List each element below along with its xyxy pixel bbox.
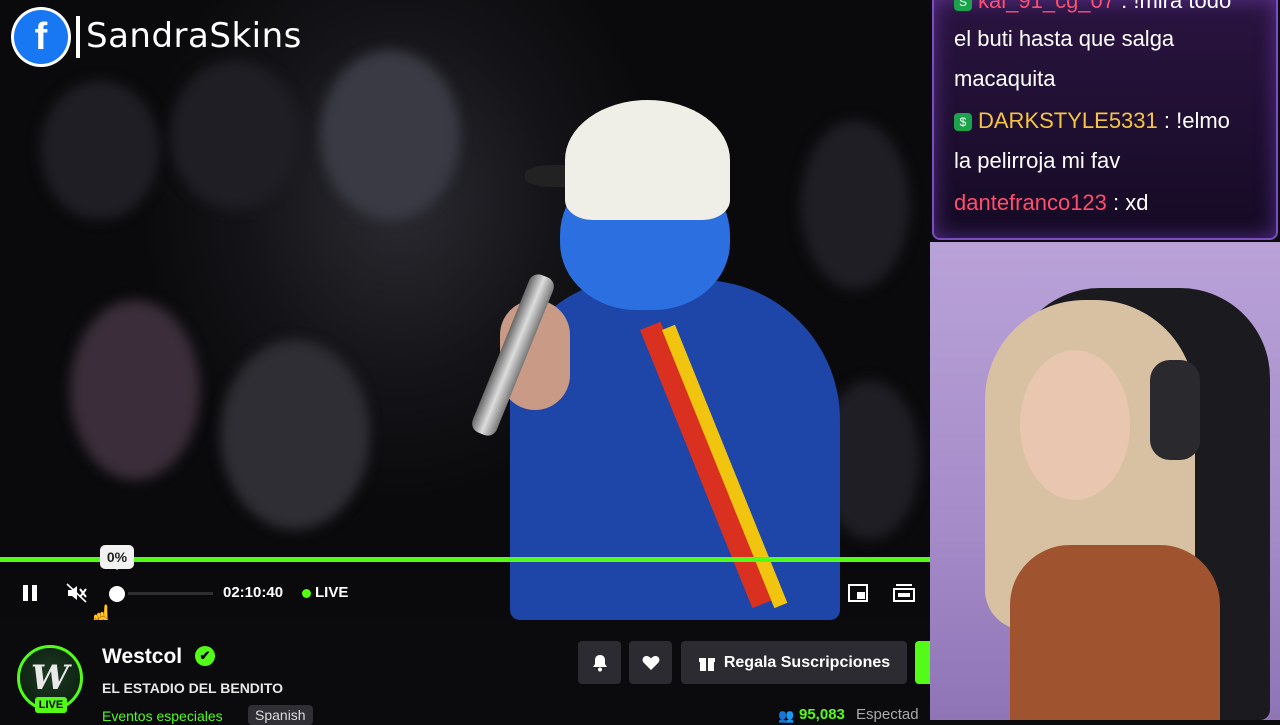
crowd-figure xyxy=(170,60,300,210)
viewer-count: 95,083 xyxy=(799,706,845,723)
viewers-icon: 👥 xyxy=(778,708,795,723)
video-player[interactable] xyxy=(0,0,930,620)
volume-tooltip: 0% xyxy=(100,545,134,570)
theater-mode-icon xyxy=(893,584,915,602)
gift-subscriptions-button[interactable]: Regala Suscripciones xyxy=(681,641,907,684)
chat-overlay: Skai_91_cg_07 : !mira todo el buti hasta… xyxy=(932,0,1278,240)
chat-text: macaquita xyxy=(954,66,1056,91)
facebook-icon: f xyxy=(14,10,68,64)
chat-message: el buti hasta que salga xyxy=(954,26,1174,52)
chat-message: la pelirroja mi fav xyxy=(954,148,1120,174)
muted-speaker-icon xyxy=(66,583,87,603)
follow-heart-button[interactable] xyxy=(629,641,672,684)
volume-slider-track[interactable] xyxy=(128,592,213,595)
streamer-face xyxy=(1020,350,1130,500)
follow-button[interactable] xyxy=(915,641,930,684)
chat-message: dantefranco123 : xd xyxy=(954,190,1149,216)
chat-text: la pelirroja mi fav xyxy=(954,148,1121,173)
badge-icon: S xyxy=(954,0,972,11)
streamer-top xyxy=(1010,545,1220,720)
chat-text: !elmo xyxy=(1176,108,1230,133)
chat-username: kai_91_cg_07 xyxy=(978,0,1116,13)
moderator-shield-icon: $ xyxy=(954,113,972,131)
live-indicator-dot xyxy=(302,589,311,598)
viewer-label: Espectad xyxy=(856,706,919,723)
gift-button-label: Regala Suscripciones xyxy=(723,653,891,671)
crowd-figure xyxy=(800,120,910,290)
channel-name[interactable]: Westcol xyxy=(102,645,182,669)
chat-separator: : xyxy=(1157,108,1177,133)
chat-text: !mira todo xyxy=(1133,0,1232,13)
picture-in-picture-button[interactable] xyxy=(847,583,869,603)
crowd-figure xyxy=(320,50,460,220)
pause-icon xyxy=(23,585,37,601)
heart-icon xyxy=(642,655,659,670)
chat-separator: : xyxy=(1106,190,1126,215)
headset-icon xyxy=(1150,360,1200,460)
live-badge: LIVE xyxy=(35,697,67,713)
stream-timestamp: 02:10:40 xyxy=(223,584,284,601)
language-tag[interactable]: Spanish xyxy=(248,705,313,725)
chat-text: el buti hasta que salga xyxy=(954,26,1175,51)
verified-badge-icon: ✔ xyxy=(195,646,215,666)
watermark-name: SandraSkins xyxy=(86,16,302,56)
singer-cap xyxy=(565,100,730,220)
live-label: LIVE xyxy=(315,584,349,601)
pause-button[interactable] xyxy=(18,580,42,606)
gift-icon xyxy=(698,657,715,671)
chat-username: DARKSTYLE5331 xyxy=(978,108,1158,133)
watermark-divider xyxy=(76,16,80,58)
crowd-figure xyxy=(220,340,370,530)
bell-icon xyxy=(592,654,607,671)
chat-message: $ DARKSTYLE5331 : !elmo xyxy=(954,108,1230,134)
crowd-figure xyxy=(70,300,200,480)
picture-in-picture-icon xyxy=(848,584,868,602)
chat-message: Skai_91_cg_07 : !mira todo xyxy=(954,0,1231,14)
category-link[interactable]: Eventos especiales xyxy=(102,708,223,724)
chat-separator: : xyxy=(1115,0,1134,13)
chat-message: macaquita xyxy=(954,66,1056,92)
crowd-figure xyxy=(40,80,160,220)
stream-title: EL ESTADIO DEL BENDITO xyxy=(102,680,283,696)
mute-button[interactable] xyxy=(64,580,90,606)
theater-mode-button[interactable] xyxy=(893,583,915,603)
chat-username: dantefranco123 xyxy=(954,190,1107,215)
volume-slider-knob[interactable] xyxy=(109,586,125,602)
chat-text: xd xyxy=(1125,190,1149,215)
progress-bar[interactable] xyxy=(0,557,930,562)
notifications-button[interactable] xyxy=(578,641,621,684)
